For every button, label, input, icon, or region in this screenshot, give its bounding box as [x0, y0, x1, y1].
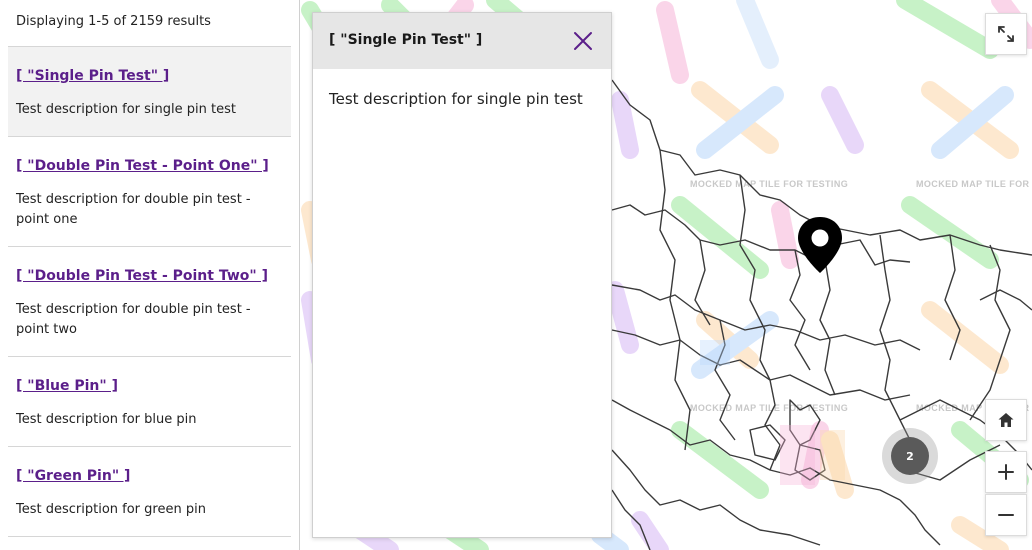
plus-icon [998, 464, 1014, 480]
tile-label: MOCKED MAP TILE FOR TESTING [690, 403, 848, 413]
result-list: [ "Single Pin Test" ] Test description f… [8, 46, 291, 537]
result-title-link[interactable]: [ "Green Pin" ] [16, 467, 283, 485]
zoom-in-button[interactable] [985, 451, 1027, 493]
tile-label: MOCKED MAP TILE FOR TESTING [690, 179, 848, 189]
results-count: Displaying 1-5 of 2159 results [16, 14, 211, 29]
cluster-marker[interactable]: 2 [882, 428, 938, 484]
close-icon[interactable] [571, 29, 595, 53]
list-item[interactable]: [ "Double Pin Test - Point Two" ] Test d… [8, 246, 291, 356]
result-description: Test description for single pin test [16, 102, 236, 117]
popup-header: [ "Single Pin Test" ] [313, 13, 611, 69]
result-title-link[interactable]: [ "Double Pin Test - Point One" ] [16, 157, 283, 175]
fullscreen-button[interactable] [985, 13, 1027, 55]
list-item[interactable]: [ "Blue Pin" ] Test description for blue… [8, 356, 291, 446]
minus-icon [998, 514, 1014, 516]
result-description: Test description for blue pin [16, 412, 197, 427]
result-title-link[interactable]: [ "Blue Pin" ] [16, 377, 283, 395]
results-panel: Displaying 1-5 of 2159 results [ "Single… [0, 0, 300, 550]
popup-title: [ "Single Pin Test" ] [329, 32, 483, 48]
map-pin-icon[interactable] [796, 215, 844, 275]
home-icon [998, 413, 1014, 427]
fullscreen-icon [998, 26, 1014, 42]
result-description: Test description for green pin [16, 502, 206, 517]
cluster-count: 2 [891, 437, 929, 475]
result-title-link[interactable]: [ "Double Pin Test - Point Two" ] [16, 267, 283, 285]
list-item[interactable]: [ "Green Pin" ] Test description for gre… [8, 446, 291, 537]
result-description: Test description for double pin test - p… [16, 192, 251, 227]
detail-popup: [ "Single Pin Test" ] Test description f… [312, 12, 612, 538]
tile-label: MOCKED MAP TILE FOR [916, 179, 1030, 189]
list-item[interactable]: [ "Double Pin Test - Point One" ] Test d… [8, 136, 291, 246]
result-description: Test description for double pin test - p… [16, 302, 251, 337]
result-title-link[interactable]: [ "Single Pin Test" ] [16, 67, 283, 85]
list-item[interactable]: [ "Single Pin Test" ] Test description f… [8, 46, 291, 136]
zoom-out-button[interactable] [985, 494, 1027, 536]
popup-body: Test description for single pin test [329, 90, 583, 108]
home-button[interactable] [985, 399, 1027, 441]
